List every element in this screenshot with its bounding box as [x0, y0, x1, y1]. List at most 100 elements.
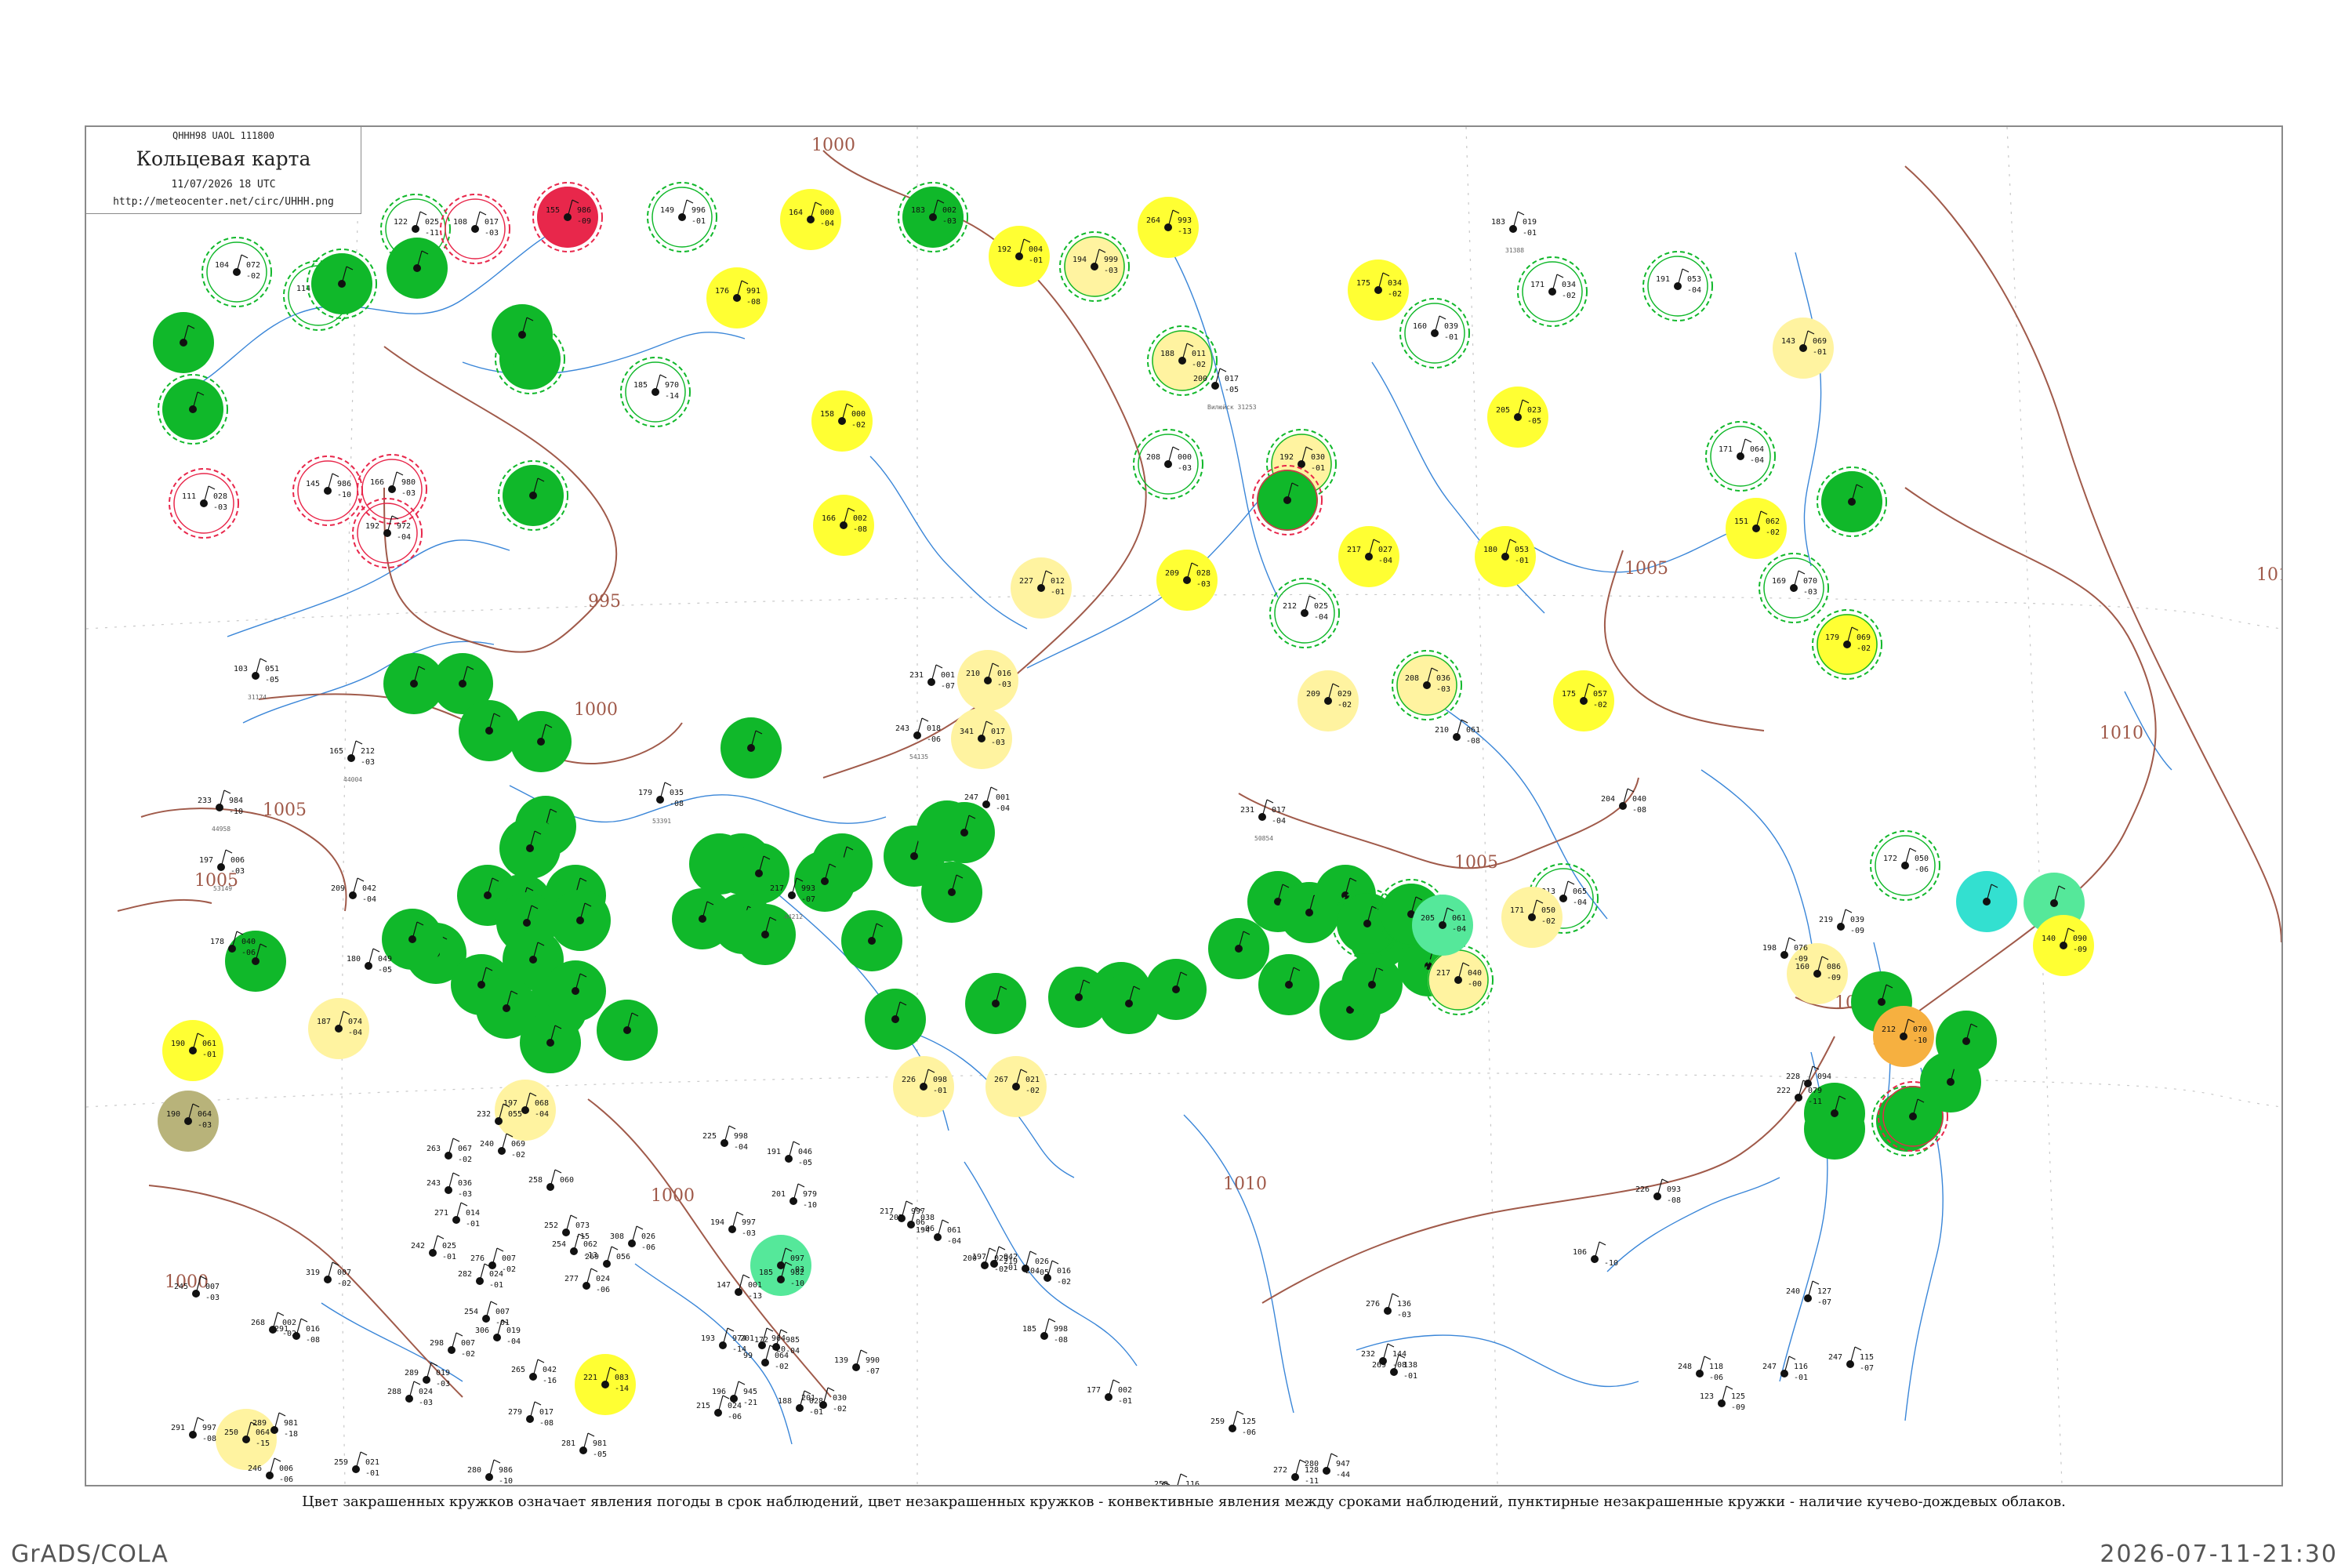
station-pressure: 116	[1794, 1363, 1808, 1371]
station-tendency: -05	[265, 676, 279, 684]
station-pressure: 986	[577, 206, 591, 215]
station-pressure: 079	[1808, 1087, 1822, 1095]
station-pressure: 125	[1731, 1392, 1745, 1401]
station-plot: 179 035 -08 53391	[638, 782, 684, 825]
station-tendency: -09	[577, 217, 591, 226]
station-plot: 341 017 -03	[951, 708, 1012, 769]
station-plot: 194 997 -03	[710, 1211, 756, 1238]
station-temperature: 272	[1273, 1466, 1287, 1475]
station-temperature: 180	[347, 955, 361, 964]
station-temperature: 243	[426, 1179, 441, 1188]
station-pressure: 098	[933, 1076, 947, 1084]
station-plot: 212 070 -10	[1873, 1006, 1934, 1067]
station-plot: 281 981 -05	[561, 1432, 607, 1459]
station-temperature: 212	[1882, 1025, 1896, 1034]
wind-barb-icon	[1330, 1453, 1338, 1457]
station-tendency: -03	[436, 1380, 450, 1388]
wind-barb-icon	[1812, 1280, 1820, 1285]
station-pressure: 972	[397, 522, 411, 531]
station-plot: 259 125 -06	[1210, 1410, 1256, 1437]
station-tendency: -02	[1025, 1087, 1040, 1095]
station-tendency: -03	[942, 217, 956, 226]
station-temperature: 187	[317, 1018, 331, 1026]
station-plot: 198 076 -09	[1762, 937, 1808, 964]
station-name: Вилюйск 31253	[1207, 404, 1257, 411]
station-pressure: 036	[1436, 674, 1450, 683]
station-pressure: 076	[1794, 944, 1808, 953]
station-plot: 231 001 -07	[909, 664, 955, 691]
station-tendency: -08	[539, 1419, 554, 1428]
station-temperature: 192	[1279, 453, 1294, 462]
station-temperature: 210	[966, 670, 980, 678]
wind-barb-icon	[664, 782, 672, 786]
wind-barb-icon	[827, 1387, 835, 1392]
station-tendency: -02	[1541, 917, 1555, 926]
station-plot	[921, 862, 982, 923]
station-pressure: 069	[1857, 633, 1871, 642]
wind-barb-icon	[419, 211, 427, 216]
station-plot: 291 016 -08	[274, 1318, 320, 1345]
station-plot: 208 036 -03	[1392, 650, 1462, 720]
station-pressure: 072	[246, 261, 260, 270]
station-temperature: 221	[583, 1374, 597, 1382]
station-tendency: -02	[994, 1265, 1008, 1274]
station-temperature: 247	[1828, 1353, 1842, 1362]
station-temperature: 209	[1306, 690, 1320, 699]
station-tendency: -06	[927, 735, 941, 744]
station-tendency: -01	[466, 1220, 480, 1229]
station-pressure: 035	[670, 789, 684, 797]
station-pressure: 090	[2073, 935, 2087, 943]
station-temperature: 250	[1154, 1480, 1168, 1485]
station-plot: 175 057 -02	[1553, 670, 1614, 731]
station-pressure: 062	[583, 1240, 597, 1249]
station-temperature: 245	[174, 1283, 188, 1291]
station-pressure: 998	[1054, 1325, 1068, 1334]
isobar-label: 1010	[2256, 565, 2281, 585]
station-name: 31174	[248, 694, 267, 701]
isobar-label: 1000	[811, 136, 855, 155]
station-plot: 247 115 -07	[1828, 1346, 1874, 1373]
station-temperature: 204	[1601, 795, 1615, 804]
wind-barb-icon	[1744, 438, 1752, 443]
station-plot: 209 042 -04	[331, 877, 376, 904]
station-pressure: 025	[1314, 602, 1328, 611]
station-tendency: -06	[1242, 1428, 1256, 1437]
station-plot: 200 017 -05 Вилюйск 31253	[1193, 368, 1257, 411]
station-temperature: 268	[251, 1319, 265, 1327]
wind-barb-icon	[1308, 595, 1316, 600]
wind-barb-icon	[686, 199, 694, 204]
station-pressure: 094	[1817, 1073, 1831, 1081]
isobar-label: 1000	[651, 1186, 695, 1206]
station-temperature: 306	[475, 1327, 489, 1335]
station-pressure: 073	[575, 1221, 590, 1230]
wind-barb-icon	[611, 1246, 619, 1250]
wind-barb-icon	[989, 1247, 996, 1252]
station-tendency: -06	[728, 1413, 742, 1421]
station-plot: 280 947 -44	[1305, 1453, 1350, 1479]
station-pressure: 028	[213, 492, 227, 501]
isobar-label: 1005	[263, 800, 307, 820]
wind-barb-icon	[355, 740, 363, 745]
station-pressure: 004	[1029, 245, 1043, 254]
station-pressure: 069	[1813, 337, 1827, 346]
station-plot: 225 998 -04	[702, 1125, 748, 1152]
station-plot: 104 072 -02	[201, 237, 272, 307]
station-tendency: -10	[790, 1279, 804, 1288]
station-pressure: 046	[798, 1148, 812, 1156]
station-temperature: 171	[1719, 445, 1733, 454]
station-plot: 219 039 -09	[1819, 909, 1864, 935]
wind-barb-icon	[534, 1401, 542, 1406]
station-plot: 165 212 -03 44004	[329, 740, 375, 783]
station-pressure: 017	[539, 1408, 554, 1417]
station-temperature: 155	[546, 206, 560, 215]
station-plot: 164 000 -04	[780, 189, 841, 250]
station-plot	[1252, 465, 1323, 535]
station-plot: 180 053 -01	[1475, 526, 1536, 587]
station-plot	[498, 460, 568, 531]
wind-barb-icon	[460, 1202, 468, 1207]
station-tendency: -11	[1305, 1477, 1319, 1485]
wind-barb-icon	[1180, 1473, 1188, 1478]
station-temperature: 160	[1795, 963, 1809, 971]
station-pressure: 038	[920, 1214, 935, 1222]
station-plot: 171 034 -02	[1517, 256, 1588, 327]
